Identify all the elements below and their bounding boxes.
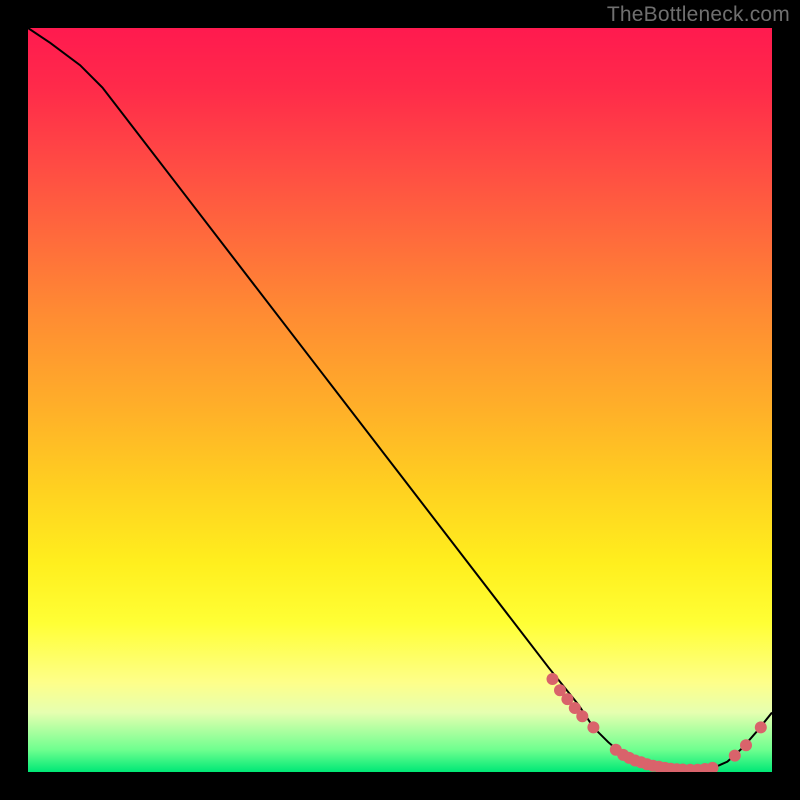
marker-dot <box>755 721 767 733</box>
marker-dot <box>576 710 588 722</box>
chart-svg <box>28 28 772 772</box>
main-curve <box>28 28 772 770</box>
marker-dot <box>707 762 719 772</box>
marker-dot <box>547 673 559 685</box>
plot-area <box>28 28 772 772</box>
marker-dot <box>740 739 752 751</box>
marker-dot <box>587 721 599 733</box>
chart-frame: TheBottleneck.com <box>0 0 800 800</box>
marker-dot <box>729 750 741 762</box>
curve-markers <box>547 673 767 772</box>
watermark-text: TheBottleneck.com <box>607 3 790 27</box>
